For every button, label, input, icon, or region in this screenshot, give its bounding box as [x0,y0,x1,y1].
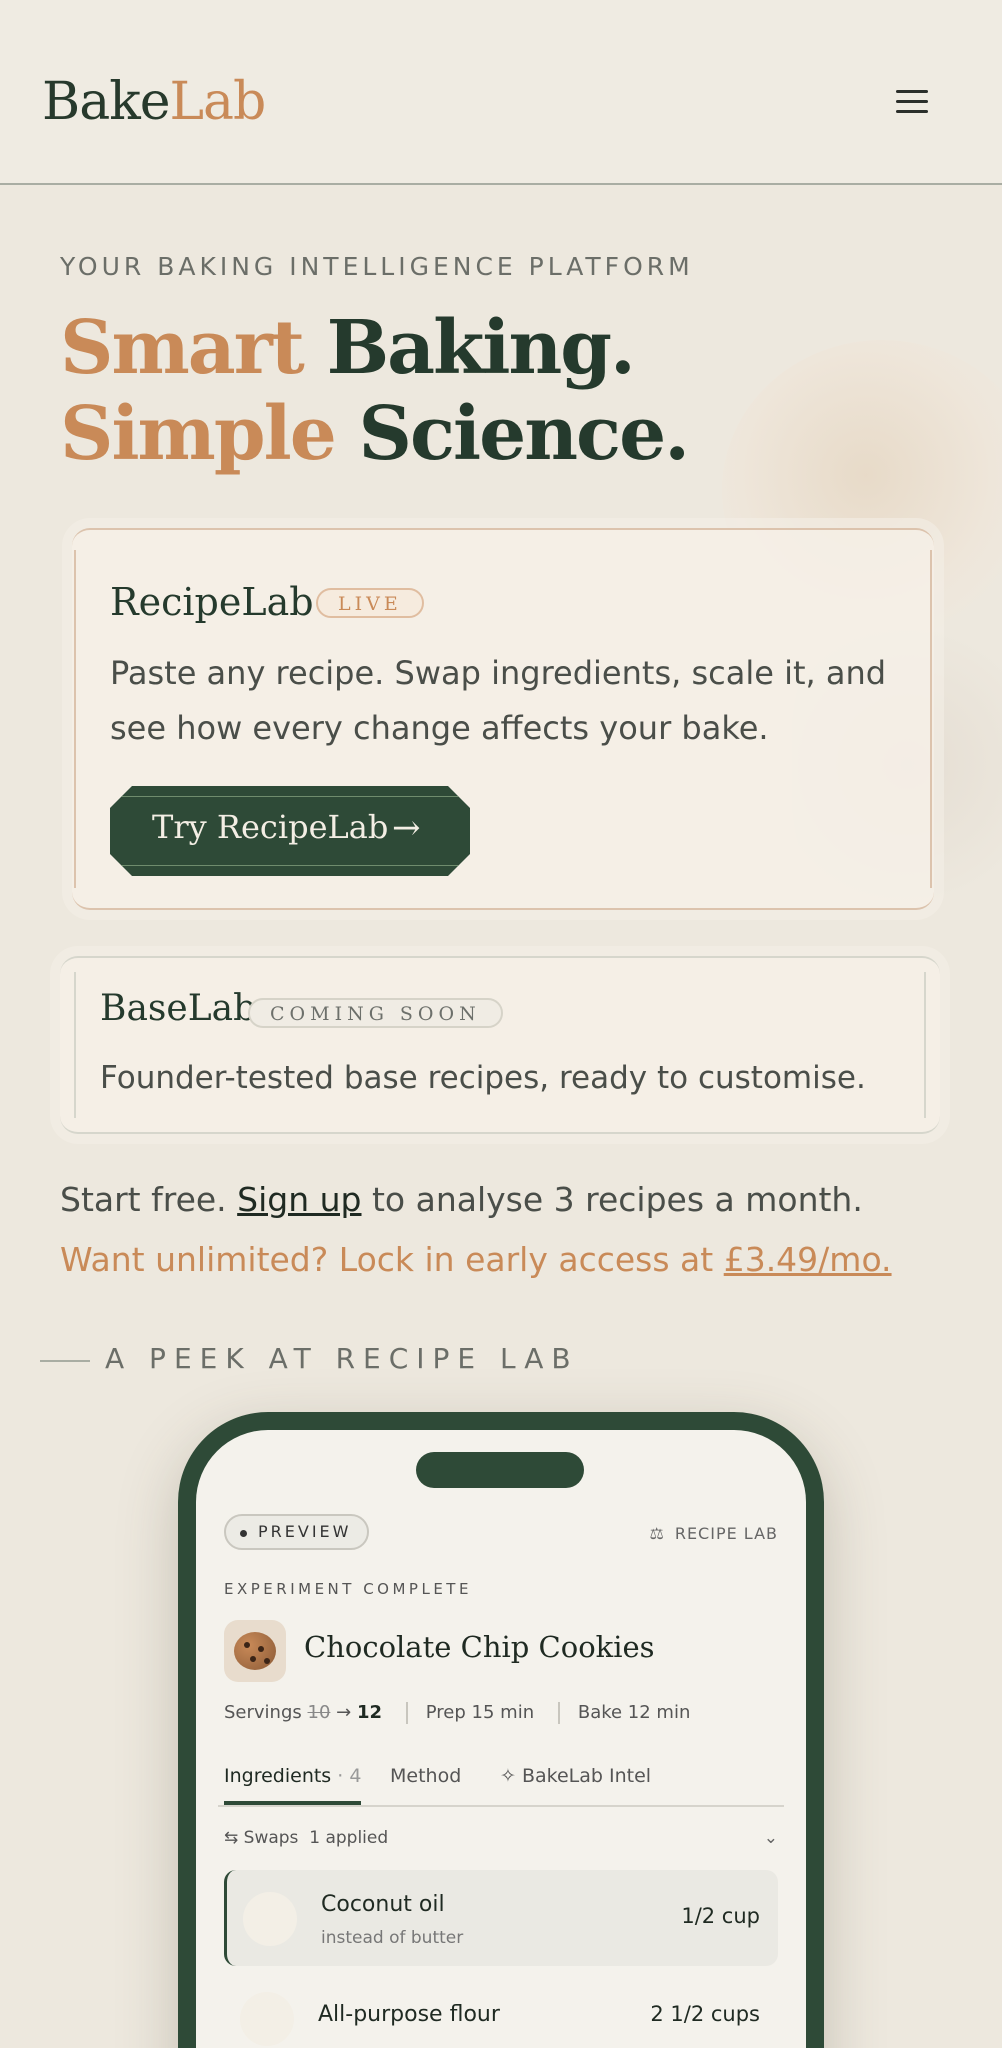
sparkle-icon: ✧ [500,1765,522,1787]
peek-divider [40,1360,90,1362]
scale-icon: ⚖ [649,1524,665,1543]
recipe-tabs: Ingredients · 4 Method ✧ BakeLab Intel [218,1755,784,1807]
recipelab-title: RecipeLab [110,580,314,624]
price-link[interactable]: £3.49/mo. [724,1240,892,1279]
signup-text: Start free. Sign up to analyse 3 recipes… [60,1180,863,1219]
servings-label: Servings [224,1702,302,1723]
ingredient-name: All-purpose flour [318,2002,500,2027]
signup-text-before: Start free. [60,1180,238,1219]
flour-icon [240,1992,294,2046]
cookie-thumbnail [224,1620,286,1682]
recipelab-description-line2: see how every change affects your bake. [110,709,769,747]
live-badge: LIVE [316,588,424,618]
tab-method[interactable]: Method [390,1765,461,1787]
bakelab-logo[interactable]: BakeLab [42,72,267,132]
peek-heading: A PEEK AT RECIPE LAB [105,1342,579,1375]
recipelab-description-line1: Paste any recipe. Swap ingredients, scal… [110,654,887,692]
prep-time: Prep 15 min [425,1702,535,1723]
chevron-down-icon: ⌄ [763,1828,778,1848]
phone-screen: PREVIEW ⚖ RECIPE LAB EXPERIMENT COMPLETE … [196,1430,806,2048]
signup-text-after: to analyse 3 recipes a month. [361,1180,863,1219]
baselab-title: BaseLab [100,988,257,1029]
swaps-applied: 1 applied [309,1828,389,1848]
ingredient-note: instead of butter [321,1928,464,1948]
hero-accent-smart: Smart [60,305,305,391]
hero-eyebrow: YOUR BAKING INTELLIGENCE PLATFORM [60,252,694,281]
bake-time: Bake 12 min [577,1702,691,1723]
tab-ingredients-label: Ingredients [224,1765,332,1787]
recipe-meta: Servings 10 → 12 Prep 15 min Bake 12 min [224,1702,690,1724]
early-access-text-before: Want unlimited? Lock in early access at [60,1240,724,1279]
recipelab-description: Paste any recipe. Swap ingredients, scal… [110,646,886,756]
experiment-status: EXPERIMENT COMPLETE [224,1580,472,1598]
servings-new: 12 [356,1702,383,1723]
recipe-title: Chocolate Chip Cookies [304,1630,655,1664]
site-header: BakeLab [0,0,1002,185]
phone-notch [416,1452,584,1488]
swaps-label: Swaps [243,1828,299,1848]
preview-badge: PREVIEW [224,1514,370,1550]
swaps-toggle[interactable]: ⇆ Swaps 1 applied ⌄ [224,1828,778,1848]
recipelab-card: RecipeLab LIVE Paste any recipe. Swap in… [72,528,934,910]
hero-accent-simple: Simple [60,391,337,477]
swap-arrows-icon: ⇆ [224,1828,244,1848]
hero-headline: Smart Baking. Simple Science. [60,305,690,477]
phone-mockup: PREVIEW ⚖ RECIPE LAB EXPERIMENT COMPLETE … [178,1412,824,2048]
logo-part-bake: Bake [42,72,170,132]
sign-up-link[interactable]: Sign up [237,1180,361,1219]
servings-old: 10 [307,1702,331,1723]
ingredient-row[interactable]: All-purpose flour 2 1/2 cups [224,1970,778,2048]
arrow-right-icon: → [336,1702,352,1723]
recipe-lab-label: ⚖ RECIPE LAB [649,1524,778,1543]
ingredient-row[interactable]: Coconut oil instead of butter 1/2 cup [224,1870,778,1966]
tab-bakelab-intel-label: BakeLab Intel [521,1765,652,1787]
coming-soon-badge: COMING SOON [248,998,503,1028]
recipe-lab-label-text: RECIPE LAB [674,1524,778,1543]
hero-text-science: Science. [334,391,690,477]
arrow-right-icon: → [392,808,421,848]
tab-bakelab-intel[interactable]: ✧ BakeLab Intel [500,1765,651,1787]
try-recipelab-label: Try RecipeLab [152,808,389,846]
tab-ingredients-count: · 4 [331,1765,362,1787]
baselab-description: Founder-tested base recipes, ready to cu… [100,1060,866,1096]
ingredient-qty: 2 1/2 cups [650,2002,760,2026]
tab-ingredients[interactable]: Ingredients · 4 [224,1765,362,1805]
ingredient-qty: 1/2 cup [681,1904,760,1928]
baselab-card: BaseLab COMING SOON Founder-tested base … [60,956,940,1134]
early-access-text: Want unlimited? Lock in early access at … [60,1240,892,1279]
jar-icon [243,1892,297,1946]
try-recipelab-button[interactable]: Try RecipeLab → [110,786,470,876]
logo-part-lab: Lab [169,72,267,132]
hamburger-menu-icon[interactable] [896,90,928,114]
ingredient-name: Coconut oil [321,1892,445,1917]
hero-text-baking: Baking. [302,305,636,391]
